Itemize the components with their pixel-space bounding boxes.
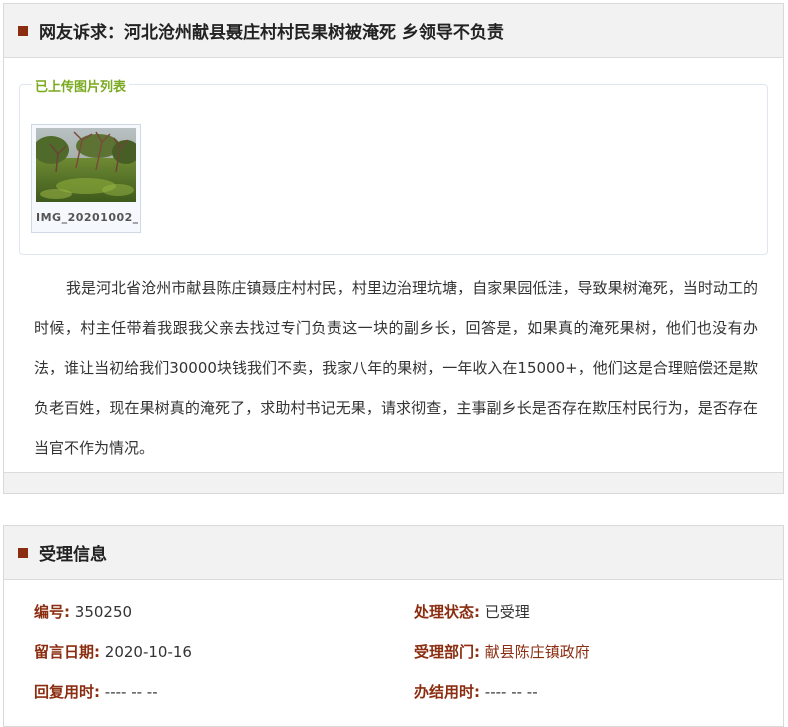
complaint-header: 网友诉求：河北沧州献县聂庄村村民果树被淹死 乡领导不负责 xyxy=(4,4,783,58)
complaint-title: 网友诉求：河北沧州献县聂庄村村民果树被淹死 乡领导不负责 xyxy=(39,23,504,43)
date-field: 留言日期: 2020-10-16 xyxy=(34,641,192,662)
finish-time-label: 办结用时: xyxy=(414,683,480,701)
header-square-icon xyxy=(18,547,28,558)
finish-time-field: 办结用时: ---- -- -- xyxy=(414,681,538,702)
date-value: 2020-10-16 xyxy=(104,643,192,661)
image-filename: IMG_20201002_1 xyxy=(36,211,138,224)
status-value: 已受理 xyxy=(484,603,530,621)
image-thumbnail[interactable]: IMG_20201002_1 xyxy=(31,124,141,233)
dept-field: 受理部门: 献县陈庄镇政府 xyxy=(414,641,590,662)
number-value: 350250 xyxy=(74,603,133,621)
complaint-footer xyxy=(4,472,783,493)
finish-time-value: ---- -- -- xyxy=(484,683,538,701)
dept-value[interactable]: 献县陈庄镇政府 xyxy=(485,643,590,661)
header-square-icon xyxy=(18,25,28,36)
date-label: 留言日期: xyxy=(34,643,100,661)
dept-label: 受理部门: xyxy=(414,643,480,661)
uploaded-images-legend: 已上传图片列表 xyxy=(32,76,130,95)
number-field: 编号: 350250 xyxy=(34,601,132,622)
number-label: 编号: xyxy=(34,603,70,621)
status-label: 处理状态: xyxy=(414,603,480,621)
reply-time-value: ---- -- -- xyxy=(104,683,158,701)
complaint-panel: 网友诉求：河北沧州献县聂庄村村民果树被淹死 乡领导不负责 已上传图片列表 IMG… xyxy=(3,3,784,494)
acceptance-title: 受理信息 xyxy=(39,545,107,565)
status-field: 处理状态: 已受理 xyxy=(414,601,530,622)
uploaded-images-fieldset: 已上传图片列表 IMG_20201002_1 xyxy=(19,76,768,255)
complaint-body: 我是河北省沧州市献县陈庄镇聂庄村村民，村里边治理坑塘，自家果园低洼，导致果树淹死… xyxy=(34,279,758,457)
acceptance-panel: 受理信息 编号: 350250 处理状态: 已受理 留言日期: 2020-10-… xyxy=(3,525,784,727)
reply-time-label: 回复用时: xyxy=(34,683,100,701)
acceptance-header: 受理信息 xyxy=(4,526,783,580)
reply-time-field: 回复用时: ---- -- -- xyxy=(34,681,158,702)
orchard-photo[interactable] xyxy=(36,128,136,202)
